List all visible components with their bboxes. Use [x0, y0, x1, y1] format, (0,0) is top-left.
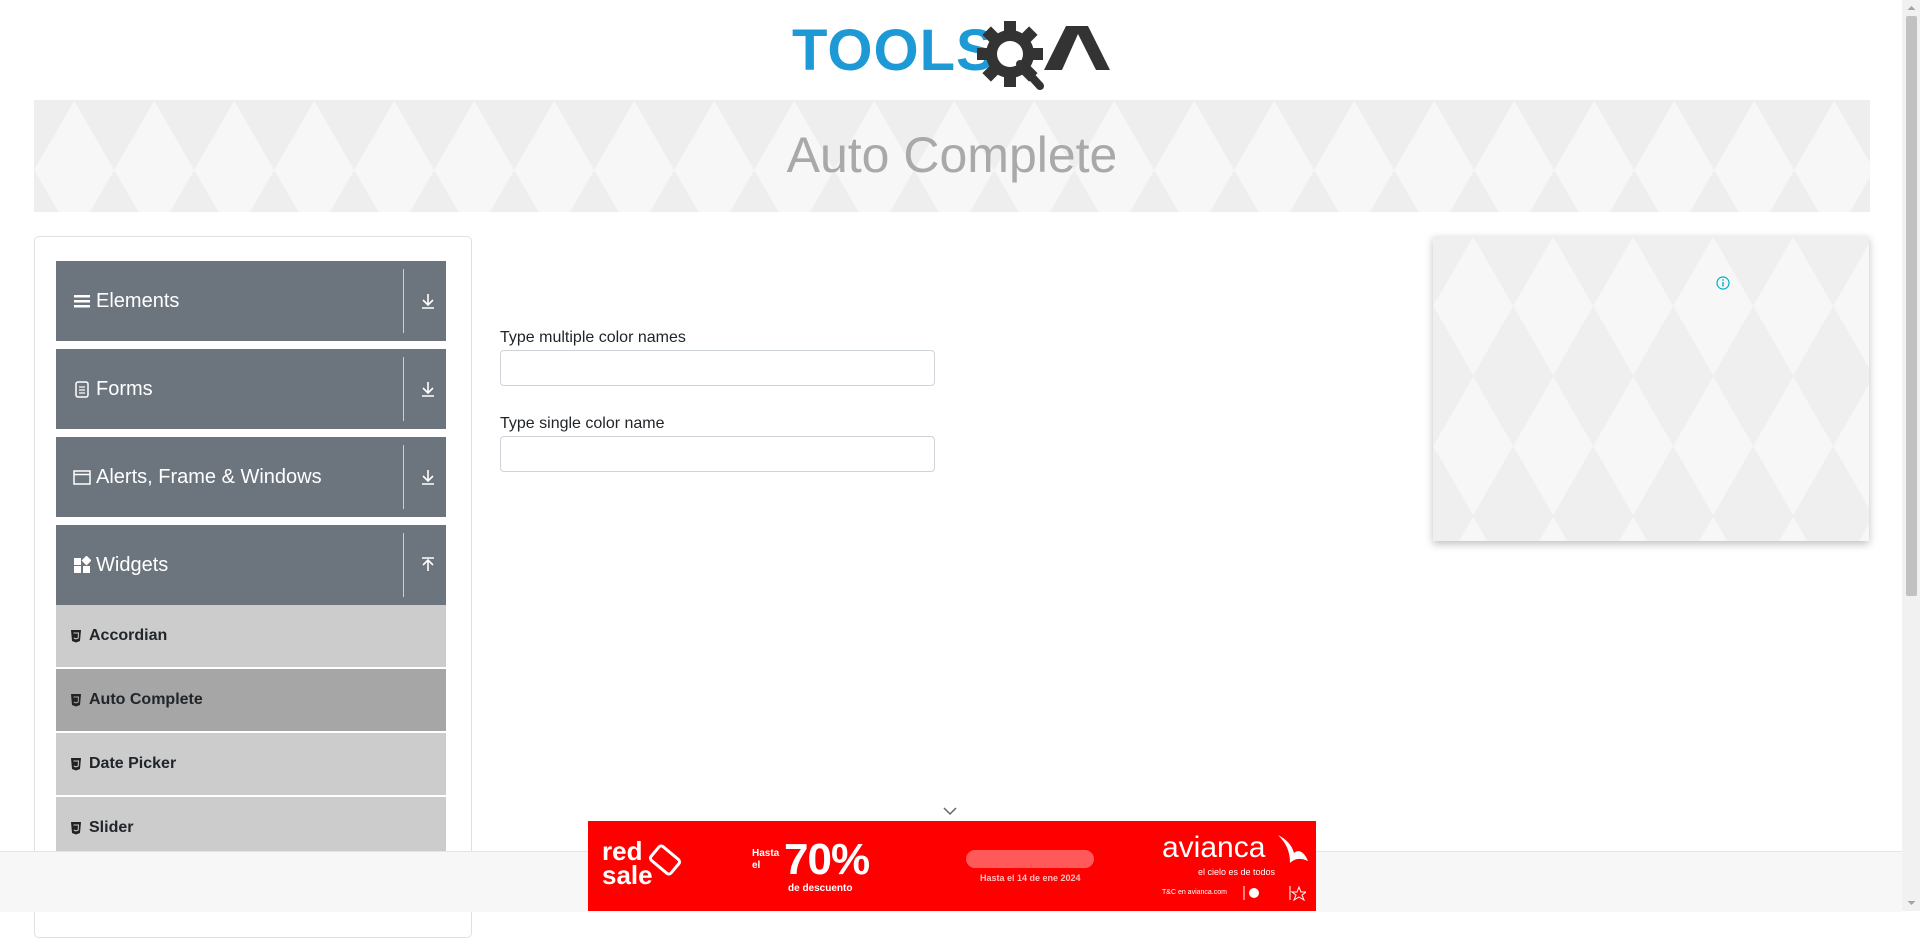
ad-promo-prefix: Hasta el	[752, 848, 780, 871]
ad-tagline: el cielo es de todos	[1198, 867, 1276, 877]
divider	[403, 269, 404, 333]
alliance-logos-icon	[1243, 885, 1306, 901]
sidebar: Elements Forms Alerts, Frame & Windows W…	[34, 236, 472, 938]
logo-text-tools: TOOLS	[792, 18, 996, 83]
widgets-icon	[74, 556, 91, 573]
sidebar-item-date-picker[interactable]: Date Picker	[56, 733, 446, 795]
sidebar-group-widgets[interactable]: Widgets	[56, 525, 446, 605]
toolsqa-logo[interactable]: TOOLS	[792, 14, 1116, 92]
sidebar-item-label: Accordian	[89, 627, 168, 644]
bottom-banner-ad[interactable]: red sale Hasta el 70% de descuento Hasta…	[588, 821, 1316, 911]
download-arrow-icon	[422, 470, 434, 485]
download-arrow-icon	[422, 294, 434, 309]
sidebar-group-label: Alerts, Frame & Windows	[96, 466, 322, 488]
scroll-down-icon[interactable]	[1906, 898, 1917, 908]
divider	[403, 533, 404, 597]
divider	[403, 445, 404, 509]
ad-promo-value: 70%	[784, 835, 870, 884]
hamburger-icon	[74, 295, 90, 308]
sidebar-group-label: Elements	[96, 290, 180, 312]
sidebar-item-auto-complete[interactable]: Auto Complete	[56, 669, 446, 731]
html5-icon	[71, 630, 81, 643]
ad-legal: T&C en avianca.com	[1162, 889, 1227, 896]
divider	[403, 357, 404, 421]
multiple-colors-input[interactable]	[500, 350, 935, 386]
avianca-bird-icon	[1278, 835, 1308, 863]
sidebar-item-label: Slider	[89, 819, 134, 836]
page-scrollbar[interactable]	[1902, 0, 1920, 911]
logo-letter-a	[1044, 26, 1110, 70]
page-banner: Auto Complete	[34, 100, 1870, 212]
form-icon	[75, 381, 89, 398]
sidebar-item-label: Date Picker	[89, 755, 177, 772]
multiple-colors-label: Type multiple color names	[500, 329, 686, 346]
ad-cta-button[interactable]	[966, 850, 1094, 868]
window-icon	[73, 470, 91, 485]
sidebar-ad[interactable]	[1433, 236, 1869, 541]
sidebar-group-label: Forms	[96, 378, 153, 400]
download-arrow-icon	[422, 382, 434, 397]
sidebar-item-label: Auto Complete	[89, 691, 203, 708]
page-title: Auto Complete	[786, 127, 1118, 183]
sidebar-group-alerts[interactable]: Alerts, Frame & Windows	[56, 437, 446, 517]
gear-icon	[977, 21, 1044, 90]
sidebar-item-slider[interactable]: Slider	[56, 797, 446, 859]
ad-brand: avianca	[1162, 831, 1266, 864]
html5-icon	[71, 822, 81, 835]
single-color-label: Type single color name	[500, 415, 665, 432]
sidebar-group-elements[interactable]: Elements	[56, 261, 446, 341]
ad-info-icon[interactable]	[1716, 276, 1730, 290]
single-color-input[interactable]	[500, 436, 935, 472]
chevron-down-icon[interactable]	[942, 806, 958, 816]
sidebar-item-accordian[interactable]: Accordian	[56, 605, 446, 667]
html5-icon	[71, 694, 81, 707]
scroll-up-icon[interactable]	[1906, 3, 1917, 13]
sidebar-group-label: Widgets	[96, 554, 169, 576]
ad-promo-suffix: de descuento	[788, 883, 853, 894]
ad-deadline: Hasta el 14 de ene 2024	[980, 873, 1081, 883]
upload-arrow-icon	[422, 557, 434, 571]
html5-icon	[71, 758, 81, 771]
sidebar-group-forms[interactable]: Forms	[56, 349, 446, 429]
ticket-icon	[648, 844, 682, 876]
scrollbar-thumb[interactable]	[1906, 16, 1917, 596]
